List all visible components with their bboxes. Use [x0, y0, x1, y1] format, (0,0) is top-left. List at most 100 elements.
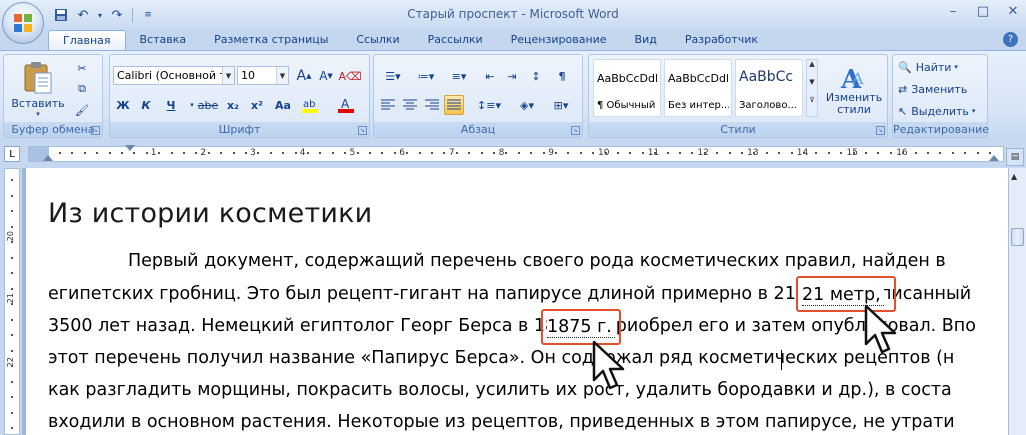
multilevel-list-icon[interactable]: ≡▾ [444, 66, 474, 86]
ruler-tick [133, 152, 136, 154]
help-icon[interactable]: ? [1003, 32, 1018, 47]
styles-group: AaBbCcDdI ¶ Обычный AaBbCcDdI Без интер.… [588, 54, 888, 138]
shrink-font-icon: A [319, 69, 328, 83]
ruler-tick [282, 152, 285, 154]
increase-indent-icon[interactable]: ⇥ [502, 66, 522, 86]
paragraph-launcher-icon[interactable]: ↘ [571, 126, 580, 135]
ruler-tick [11, 318, 13, 321]
scroll-thumb[interactable] [1011, 228, 1024, 246]
scroll-up-icon[interactable]: ▲ [1011, 172, 1017, 181]
paste-button[interactable]: Вставить ▾ [8, 57, 68, 121]
editing-group-label: Редактирование [893, 122, 989, 137]
tab-developer[interactable]: Разработчик [671, 30, 772, 50]
format-painter-icon[interactable]: 🖌 [72, 100, 92, 120]
ruler-tick [505, 152, 508, 154]
document-title[interactable]: Из истории косметики [48, 198, 372, 229]
ruler-tick [11, 287, 13, 290]
ruler-tick [741, 152, 743, 154]
ruler-tick [468, 152, 471, 154]
clipboard-launcher-icon[interactable]: ↘ [91, 126, 100, 135]
tab-insert[interactable]: Вставка [126, 30, 201, 50]
tab-mailings[interactable]: Рассылки [414, 30, 497, 50]
style-normal[interactable]: AaBbCcDdI ¶ Обычный [593, 59, 661, 117]
chevron-down-icon[interactable]: ▼ [807, 78, 817, 86]
align-center-icon[interactable] [400, 95, 420, 115]
copy-icon[interactable]: ⧉ [72, 79, 92, 99]
chevron-up-icon[interactable]: ▲ [807, 60, 817, 68]
highlight-color-button[interactable]: ab [300, 95, 320, 115]
bold-button[interactable]: Ж [113, 95, 133, 115]
subscript-button[interactable]: x₂ [223, 95, 243, 115]
minimize-button[interactable]: – [946, 4, 960, 19]
bullets-icon[interactable]: ☰▾ [378, 66, 408, 86]
show-marks-icon[interactable]: ¶ [552, 66, 572, 86]
sort-icon[interactable]: ↕ [526, 66, 546, 86]
tab-references[interactable]: Ссылки [342, 30, 413, 50]
maximize-button[interactable]: □ [976, 4, 990, 19]
close-button[interactable]: ✕ [1006, 4, 1020, 19]
tab-view[interactable]: Вид [621, 30, 671, 50]
paste-label: Вставить [11, 96, 65, 110]
svg-text:A: A [341, 97, 350, 111]
replace-button[interactable]: ⇄ Заменить [897, 80, 968, 98]
ruler-tick [183, 152, 185, 154]
document-line[interactable]: 3500 лет назад. Немецкий египтолог Георг… [48, 316, 976, 336]
decrease-indent-icon[interactable]: ⇤ [480, 66, 500, 86]
document-line[interactable]: входили в основном растения. Некоторые и… [48, 412, 955, 432]
office-button[interactable] [2, 2, 44, 44]
document-line[interactable]: Первый документ, содержащий перечень сво… [128, 251, 946, 271]
borders-icon[interactable]: ⊞▾ [546, 95, 576, 115]
document-page[interactable]: Из истории косметики Первый документ, со… [26, 168, 1008, 435]
ruler-tick [294, 152, 297, 154]
change-case-button[interactable]: Aa [271, 95, 295, 115]
document-line[interactable]: этот перечень получил название «Папирус … [48, 348, 954, 368]
italic-button[interactable]: К [136, 95, 156, 115]
align-right-icon[interactable] [422, 95, 442, 115]
superscript-button[interactable]: x² [247, 95, 267, 115]
numbering-icon[interactable]: ≔▾ [411, 66, 441, 86]
ruler-tick [11, 427, 13, 429]
font-size-combo[interactable]: 10 ▼ [237, 66, 289, 85]
styles-launcher-icon[interactable]: ↘ [876, 126, 885, 135]
tab-home[interactable]: Главная [48, 30, 126, 50]
first-line-indent-marker[interactable] [125, 145, 135, 151]
tab-review[interactable]: Рецензирование [497, 30, 621, 50]
change-styles-button[interactable]: A A Изменить стили [823, 57, 885, 121]
right-indent-marker[interactable] [989, 155, 999, 161]
justify-icon[interactable] [444, 95, 464, 115]
horizontal-ruler[interactable]: 12345678910111213141516 [28, 145, 1004, 162]
find-button[interactable]: 🔍 Найти ▾ [897, 58, 959, 76]
view-ruler-icon[interactable]: ▤ [1006, 148, 1024, 166]
style-heading[interactable]: AaBbCc Заголово... [735, 59, 803, 117]
ruler-tick [939, 152, 942, 154]
font-launcher-icon[interactable]: ↘ [358, 126, 367, 135]
clear-formatting-button[interactable]: A ⌫ [338, 66, 361, 86]
clipboard-group: Вставить ▾ ✂ ⧉ 🖌 Буфер обмена ↘ [3, 54, 103, 138]
vertical-scrollbar[interactable]: ▲ [1008, 168, 1026, 435]
more-styles-icon[interactable]: ⊽ [807, 96, 817, 104]
select-button[interactable]: ↖ Выделить ▾ [897, 102, 976, 120]
grow-font-button[interactable]: A ▲ [294, 66, 314, 86]
ruler-tick [369, 152, 371, 154]
document-line[interactable]: как разгладить морщины, покрасить волосы… [48, 380, 952, 400]
replace-label: Заменить [911, 82, 968, 96]
ruler-tick [778, 152, 781, 154]
font-name-combo[interactable]: Calibri (Основной те ▼ [113, 66, 235, 85]
styles-scroll[interactable]: ▲ ▼ ⊽ [806, 59, 818, 117]
shrink-font-button[interactable]: A ▼ [316, 66, 336, 86]
cut-icon[interactable]: ✂ [72, 58, 92, 78]
vertical-ruler: 20 21 22 [4, 168, 20, 435]
left-indent-marker[interactable] [43, 155, 53, 161]
editing-group: 🔍 Найти ▾ ⇄ Заменить ↖ Выделить ▾ Редакт… [892, 54, 989, 138]
font-color-button[interactable]: A [336, 95, 356, 115]
strikethrough-button[interactable]: abe [196, 95, 220, 115]
line-spacing-icon[interactable]: ↕≡▾ [474, 95, 504, 115]
align-left-icon[interactable] [378, 95, 398, 115]
style-no-spacing[interactable]: AaBbCcDdI Без интер... [664, 59, 732, 117]
ruler-tick [158, 152, 161, 154]
underline-button[interactable]: Ч [161, 95, 181, 115]
ruler-tick [530, 152, 533, 154]
shading-icon[interactable]: ◈▾ [512, 95, 542, 115]
tab-page-layout[interactable]: Разметка страницы [200, 30, 342, 50]
tab-selector[interactable]: L [4, 146, 20, 162]
